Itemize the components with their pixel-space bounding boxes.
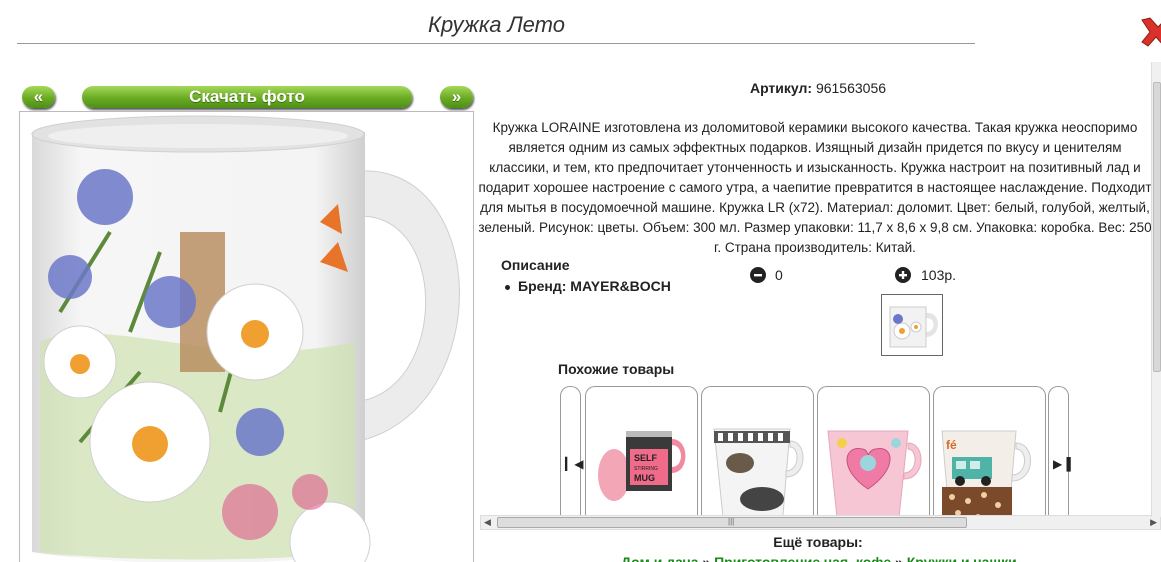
scrollbar-thumb[interactable] <box>1153 82 1161 372</box>
svg-text:SELF: SELF <box>634 453 658 463</box>
breadcrumb-link[interactable]: Кружки и чашки <box>907 554 1017 562</box>
product-modal: Кружка Лето « Скачать фото » Артикул: 96… <box>0 0 1161 562</box>
sku-value: 961563056 <box>815 80 887 96</box>
breadcrumb: Дом и дача » Приготовление чая, кофе » К… <box>621 554 1017 562</box>
product-description: Кружка LORAINE изготовлена из доломитово… <box>478 120 1152 255</box>
more-products-title: Ещё товары: <box>773 534 863 550</box>
vertical-scrollbar[interactable] <box>1151 62 1161 517</box>
scroll-right-icon[interactable]: ▶ <box>1150 517 1157 528</box>
price: 103р. <box>921 267 957 283</box>
scroll-left-icon[interactable]: ◀ <box>484 517 491 528</box>
brand-text: Бренд: MAYER&BOCH <box>518 278 671 294</box>
grip-icon: ||| <box>728 517 735 526</box>
product-photo <box>19 111 474 562</box>
next-photo-button[interactable]: » <box>440 86 473 108</box>
similar-product-card[interactable] <box>701 386 814 526</box>
title-divider <box>17 43 975 44</box>
breadcrumb-separator: » <box>895 554 903 562</box>
download-photo-button[interactable]: Скачать фото <box>82 86 412 108</box>
skip-forward-icon: ▶▐ <box>1053 457 1071 471</box>
horizontal-scrollbar[interactable]: ◀ ||| ▶ <box>480 515 1161 530</box>
svg-text:STIRRING: STIRRING <box>634 466 658 472</box>
minus-icon[interactable] <box>750 267 766 283</box>
similar-product-card[interactable] <box>817 386 930 526</box>
breadcrumb-link[interactable]: Дом и дача <box>621 554 699 562</box>
similar-products-title: Похожие товары <box>558 361 675 377</box>
close-icon[interactable] <box>1140 14 1161 48</box>
plus-icon[interactable] <box>895 267 911 283</box>
breadcrumb-link[interactable]: Приготовление чая, кофе <box>714 554 891 562</box>
scrollbar-thumb[interactable]: ||| <box>497 517 967 528</box>
svg-text:fé: fé <box>946 438 957 452</box>
similar-product-card[interactable]: SELF STIRRING MUG <box>585 386 698 526</box>
sku-line: Артикул: 961563056 <box>475 80 1161 96</box>
svg-text:MUG: MUG <box>634 473 655 483</box>
sku-label: Артикул: <box>749 80 813 96</box>
skip-back-icon: ▎◀ <box>565 457 584 471</box>
product-details-pane[interactable]: Артикул: 961563056 Кружка LORAINE изгото… <box>475 60 1161 562</box>
carousel-prev-button[interactable]: ▎◀ <box>560 386 584 526</box>
breadcrumb-separator: » <box>702 554 711 562</box>
quantity-value: 0 <box>775 267 783 283</box>
specs-title: Описание <box>501 257 570 273</box>
carousel-next-button[interactable]: ▶▐ <box>1048 386 1071 526</box>
similar-product-card[interactable]: fé <box>933 386 1046 526</box>
prev-photo-button[interactable]: « <box>22 86 55 108</box>
brand-spec: Бренд: MAYER&BOCH <box>505 278 671 294</box>
product-thumbnail[interactable] <box>881 294 943 356</box>
bullet-icon <box>505 284 510 290</box>
page-title: Кружка Лето <box>428 12 565 37</box>
